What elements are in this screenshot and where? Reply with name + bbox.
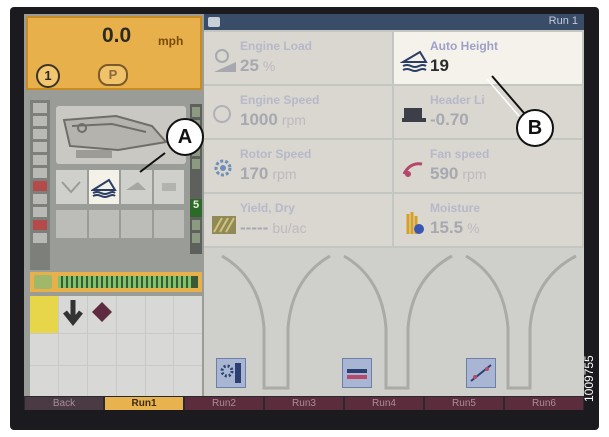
callout-leader-lines: [139, 75, 525, 173]
callout-b: B: [516, 109, 554, 147]
figure-id: 1009755: [580, 330, 600, 420]
figure-id-text: 1009755: [582, 355, 596, 402]
callout-a: A: [166, 118, 204, 156]
